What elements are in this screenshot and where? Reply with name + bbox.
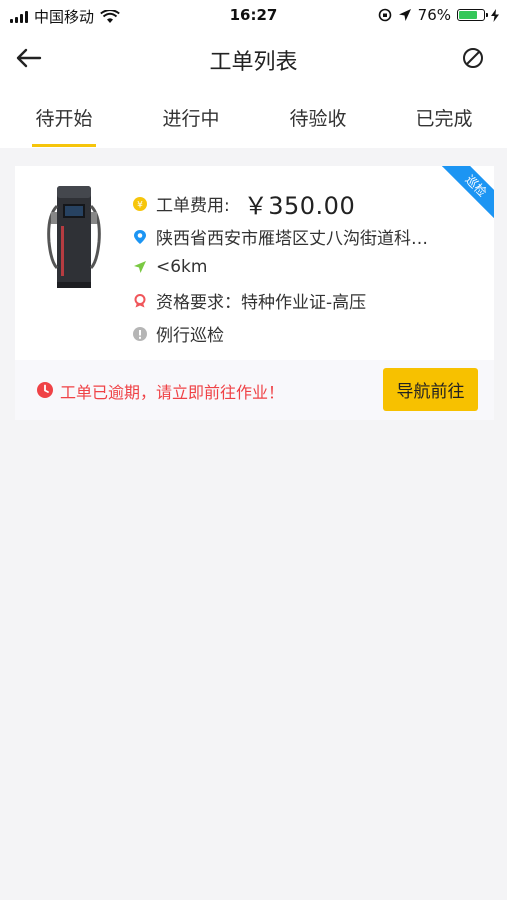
charging-station-image	[47, 186, 101, 288]
qualification-text: 资格要求：特种作业证-高压	[156, 293, 367, 313]
qualification-row: 资格要求：特种作业证-高压	[133, 288, 366, 313]
badge-icon	[134, 293, 146, 307]
tab-pending-acceptance[interactable]: 待验收	[278, 104, 358, 131]
type-row: 例行巡检	[133, 321, 224, 346]
patrol-ribbon: 巡检	[442, 166, 494, 218]
battery-icon	[457, 9, 488, 21]
page-title: 工单列表	[209, 50, 298, 75]
clock-icon	[37, 382, 53, 398]
status-tabs: 待开始 进行中 待验收 已完成	[0, 86, 507, 148]
charging-icon	[491, 8, 499, 22]
rotation-lock-icon	[378, 8, 391, 22]
address-text: 陕西省西安市雁塔区丈八沟街道科…	[156, 229, 428, 249]
address-row: 陕西省西安市雁塔区丈八沟街道科…	[133, 224, 428, 249]
overdue-alert-bar: 工单已逾期，请立即前往作业！ 导航前往	[15, 360, 494, 420]
status-bar: 中国移动 16:27 76%	[0, 0, 507, 30]
active-tab-indicator	[32, 144, 96, 147]
fee-label: 工单费用:	[156, 196, 230, 216]
location-pin-icon	[134, 229, 146, 244]
tab-label: 已完成	[415, 108, 473, 130]
work-order-card[interactable]: 巡检 ¥ 工单费用: ￥350.00 陕西省西安市雁塔区丈八沟街道科… <6km…	[15, 166, 494, 360]
navigate-button[interactable]: 导航前往	[383, 368, 478, 411]
navigation-bar: 工单列表	[0, 30, 507, 86]
tab-in-progress[interactable]: 进行中	[151, 104, 231, 131]
svg-text:¥: ¥	[137, 200, 143, 210]
status-right: 76%	[378, 6, 499, 24]
ribbon-tag: 巡检	[442, 166, 494, 218]
distance-text: <6km	[156, 257, 208, 277]
paper-plane-icon	[134, 261, 146, 273]
tab-pending-start[interactable]: 待开始	[24, 104, 104, 147]
tab-label: 待验收	[289, 108, 347, 130]
coin-icon: ¥	[133, 196, 147, 211]
tab-label: 进行中	[162, 108, 220, 130]
location-arrow-icon	[398, 9, 411, 21]
order-type-text: 例行巡检	[156, 326, 224, 346]
tab-completed[interactable]: 已完成	[404, 104, 484, 131]
fee-row: ¥ 工单费用: ￥350.00	[133, 186, 355, 221]
fee-value: ￥350.00	[243, 192, 356, 220]
info-icon	[133, 326, 147, 341]
prohibited-icon[interactable]	[461, 46, 485, 70]
distance-row: <6km	[133, 257, 207, 277]
battery-percent: 76%	[417, 6, 451, 24]
tab-label: 待开始	[35, 108, 93, 130]
overdue-alert-text: 工单已逾期，请立即前往作业！	[60, 383, 285, 402]
